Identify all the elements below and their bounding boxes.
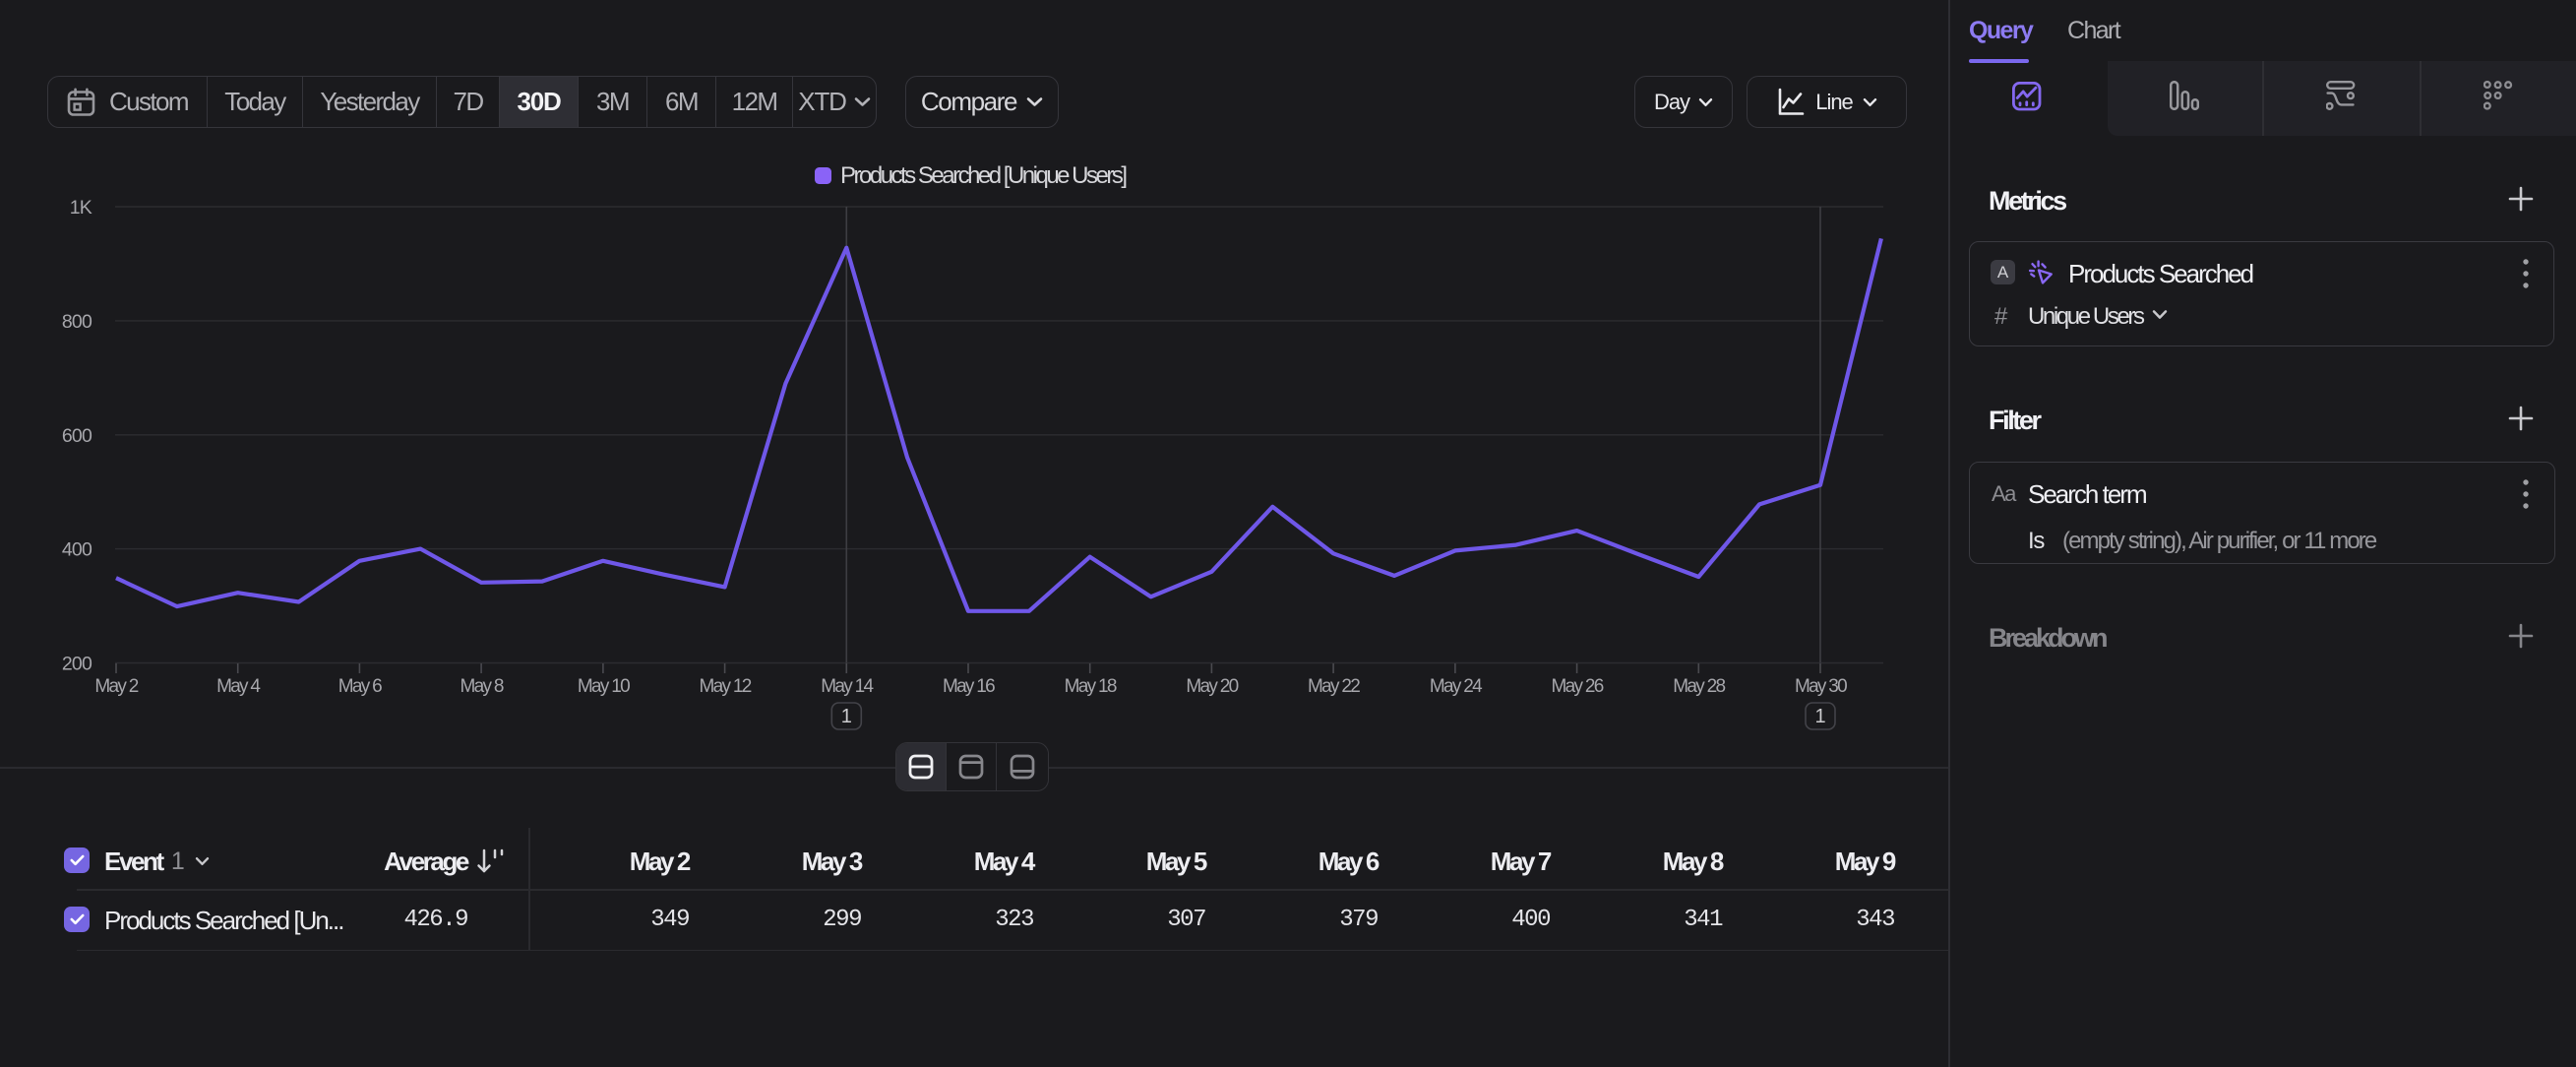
svg-text:May 26: May 26 xyxy=(1552,676,1604,697)
svg-text:May 12: May 12 xyxy=(700,676,752,697)
svg-text:May 6: May 6 xyxy=(338,676,382,697)
svg-text:400: 400 xyxy=(62,539,92,561)
svg-text:600: 600 xyxy=(62,425,92,447)
svg-text:May 20: May 20 xyxy=(1186,676,1238,697)
svg-text:1: 1 xyxy=(1814,706,1825,727)
svg-text:May 14: May 14 xyxy=(821,676,874,697)
svg-text:800: 800 xyxy=(62,311,92,333)
svg-text:May 16: May 16 xyxy=(943,676,995,697)
svg-text:May 4: May 4 xyxy=(216,676,261,697)
svg-text:May 30: May 30 xyxy=(1795,676,1847,697)
svg-text:May 28: May 28 xyxy=(1673,676,1725,697)
svg-text:May 24: May 24 xyxy=(1430,676,1483,697)
svg-text:May 22: May 22 xyxy=(1308,676,1360,697)
svg-text:May 18: May 18 xyxy=(1065,676,1117,697)
svg-text:1: 1 xyxy=(841,706,852,727)
svg-text:May 2: May 2 xyxy=(94,676,138,697)
svg-text:May 8: May 8 xyxy=(460,676,503,697)
svg-text:May 10: May 10 xyxy=(578,676,630,697)
svg-text:1K: 1K xyxy=(70,197,92,219)
svg-text:200: 200 xyxy=(62,654,92,675)
